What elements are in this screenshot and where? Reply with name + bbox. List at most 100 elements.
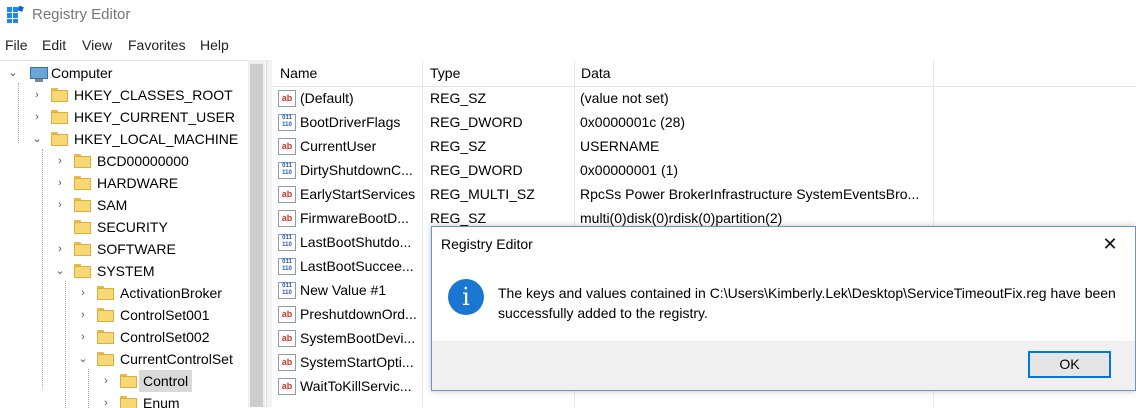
menu-view[interactable]: View [82, 37, 112, 53]
string-value-icon: ab [278, 378, 296, 395]
folder-icon [51, 88, 68, 102]
tree-label: ActivationBroker [120, 285, 222, 301]
binary-value-icon: 011 110 [278, 282, 296, 299]
value-name: LastBootSuccee... [300, 258, 414, 274]
chevron-down-icon[interactable]: ⌄ [53, 260, 67, 282]
column-header-data[interactable]: Data [581, 65, 611, 81]
dialog-message: The keys and values contained in C:\User… [498, 285, 1116, 321]
column-header-type[interactable]: Type [430, 65, 460, 81]
tree-scrollbar-thumb[interactable] [250, 64, 263, 407]
folder-icon [74, 220, 91, 234]
value-type: REG_DWORD [430, 114, 523, 130]
value-name: LastBootShutdo... [300, 234, 412, 250]
value-name: SystemStartOpti... [300, 354, 414, 370]
title-bar: Registry Editor [0, 0, 1136, 32]
tree-label: Computer [51, 65, 113, 81]
value-data: RpcSs Power BrokerInfrastructure SystemE… [580, 186, 920, 202]
value-name: New Value #1 [300, 282, 387, 298]
value-type: REG_SZ [430, 138, 487, 154]
chevron-right-icon[interactable]: › [76, 326, 90, 348]
chevron-right-icon[interactable]: › [76, 304, 90, 326]
chevron-down-icon[interactable]: ⌄ [30, 128, 44, 150]
tree-label: HKEY_CURRENT_USER [74, 109, 236, 125]
tree-label: Enum [143, 395, 180, 408]
value-data: 0x00000001 (1) [580, 162, 679, 178]
menu-file[interactable]: File [5, 37, 28, 53]
message-dialog: Registry Editor ✕ i The keys and values … [431, 226, 1136, 391]
key-tree[interactable]: ⌄ Computer › HKEY_CLASSES_ROOT › HKEY_CU… [0, 60, 266, 408]
string-value-icon: ab [278, 90, 296, 107]
value-data: (value not set) [580, 90, 669, 106]
registry-editor-app-icon [7, 6, 24, 23]
string-value-icon: ab [278, 306, 296, 323]
tree-label: HARDWARE [97, 175, 179, 191]
menu-edit[interactable]: Edit [42, 37, 66, 53]
value-row[interactable]: 011 110 DirtyShutdownC... REG_DWORD 0x000… [272, 159, 1136, 183]
tree-label: HKEY_LOCAL_MACHINE [74, 131, 239, 147]
binary-value-icon: 011 110 [278, 234, 296, 251]
tree-label: SYSTEM [97, 263, 155, 279]
value-type: REG_SZ [430, 90, 487, 106]
string-value-icon: ab [278, 330, 296, 347]
string-value-icon: ab [278, 210, 296, 227]
folder-icon [74, 154, 91, 168]
tree-label: HKEY_CLASSES_ROOT [74, 87, 233, 103]
value-name: CurrentUser [300, 138, 377, 154]
string-value-icon: ab [278, 186, 296, 203]
string-value-icon: ab [278, 138, 296, 155]
tree-label: ControlSet002 [120, 329, 210, 345]
value-row[interactable]: ab EarlyStartServices REG_MULTI_SZ RpcSs… [272, 183, 1136, 207]
value-row[interactable]: 011 110 BootDriverFlags REG_DWORD 0x00000… [272, 111, 1136, 135]
chevron-down-icon[interactable]: ⌄ [6, 62, 20, 84]
value-name: EarlyStartServices [300, 186, 416, 202]
computer-icon [30, 67, 48, 82]
chevron-right-icon[interactable]: › [53, 172, 67, 194]
binary-value-icon: 011 110 [278, 114, 296, 131]
folder-icon [51, 110, 68, 124]
chevron-right-icon[interactable]: › [30, 84, 44, 106]
value-data: 0x0000001c (28) [580, 114, 686, 130]
value-name: WaitToKillServic... [300, 378, 412, 394]
folder-icon [97, 308, 114, 322]
tree-label: BCD00000000 [97, 153, 189, 169]
menu-favorites[interactable]: Favorites [128, 37, 186, 53]
menu-help[interactable]: Help [200, 37, 229, 53]
string-value-icon: ab [278, 354, 296, 371]
value-name: (Default) [300, 90, 354, 106]
tree-label: ControlSet001 [120, 307, 210, 323]
chevron-right-icon[interactable]: › [30, 106, 44, 128]
value-row[interactable]: ab CurrentUser REG_SZ USERNAME [272, 135, 1136, 159]
ok-button[interactable]: OK [1028, 351, 1111, 378]
close-icon[interactable]: ✕ [1097, 232, 1123, 256]
value-data: USERNAME [580, 138, 660, 154]
folder-icon [51, 132, 68, 146]
folder-icon [74, 176, 91, 190]
dialog-title: Registry Editor [441, 236, 533, 252]
value-type: REG_MULTI_SZ [430, 186, 535, 202]
folder-icon [74, 198, 91, 212]
column-header-name[interactable]: Name [280, 65, 317, 81]
tree-label: CurrentControlSet [120, 351, 233, 367]
chevron-right-icon[interactable]: › [76, 282, 90, 304]
info-icon: i [448, 279, 484, 315]
chevron-right-icon[interactable]: › [53, 150, 67, 172]
folder-icon [120, 374, 137, 388]
dialog-footer: OK [432, 341, 1135, 390]
menu-bar: File Edit View Favorites Help [0, 34, 1136, 56]
chevron-right-icon[interactable]: › [53, 194, 67, 216]
value-data: multi(0)disk(0)rdisk(0)partition(2) [580, 210, 783, 226]
window-title: Registry Editor [32, 6, 131, 23]
chevron-right-icon[interactable]: › [53, 238, 67, 260]
folder-icon [97, 330, 114, 344]
chevron-right-icon[interactable]: › [99, 370, 113, 392]
chevron-right-icon[interactable]: › [99, 392, 113, 408]
chevron-down-icon[interactable]: ⌄ [76, 348, 90, 370]
tree-label: SOFTWARE [97, 241, 176, 257]
value-type: REG_DWORD [430, 162, 523, 178]
list-header: Name Type Data [272, 60, 1136, 87]
value-name: DirtyShutdownC... [300, 162, 413, 178]
folder-icon [74, 242, 91, 256]
value-row[interactable]: ab (Default) REG_SZ (value not set) [272, 87, 1136, 111]
folder-icon [120, 396, 137, 408]
binary-value-icon: 011 110 [278, 162, 296, 179]
